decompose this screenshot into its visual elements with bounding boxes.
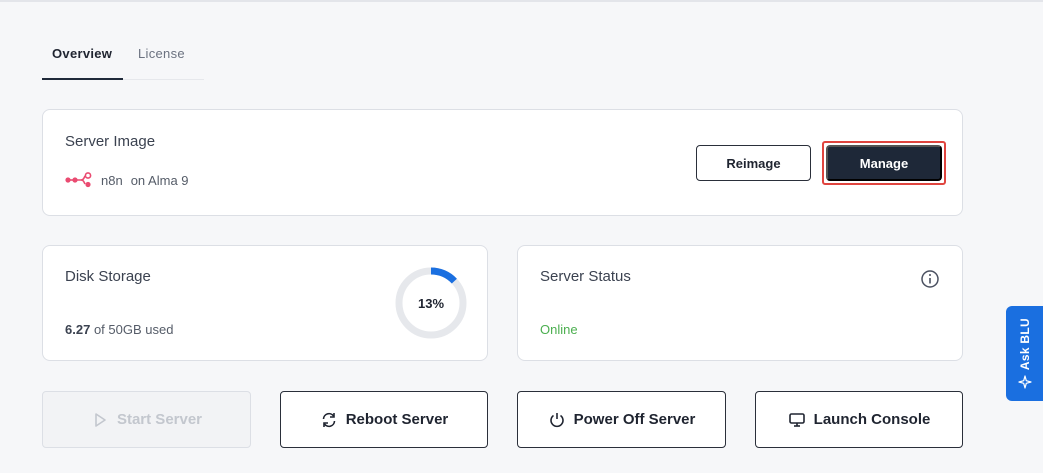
power-off-server-button[interactable]: Power Off Server xyxy=(517,391,726,448)
disk-usage-text: 6.27 of 50GB used xyxy=(65,322,173,337)
active-tab-indicator xyxy=(42,78,123,80)
disk-storage-card: Disk Storage 6.27 of 50GB used 13% xyxy=(42,245,488,361)
play-icon xyxy=(95,412,106,427)
monitor-icon xyxy=(788,412,805,427)
server-status-title: Server Status xyxy=(540,268,631,285)
server-image-title: Server Image xyxy=(65,133,156,150)
os-text: on Alma 9 xyxy=(130,172,189,188)
disk-usage-percent: 13% xyxy=(417,295,445,311)
server-status-card: Server Status Online xyxy=(517,245,963,361)
start-server-button[interactable]: Start Server xyxy=(42,391,251,448)
server-image-info: n8n on Alma 9 xyxy=(65,172,189,188)
power-off-server-label: Power Off Server xyxy=(573,411,696,428)
sparkle-icon xyxy=(1017,374,1032,389)
disk-used-value: 6.27 xyxy=(65,322,91,337)
reimage-button[interactable]: Reimage xyxy=(696,145,811,181)
launch-console-button[interactable]: Launch Console xyxy=(755,391,963,448)
reboot-server-label: Reboot Server xyxy=(345,411,449,428)
refresh-icon xyxy=(322,412,336,427)
ask-blu-label: Ask BLU xyxy=(1017,318,1032,371)
info-icon[interactable] xyxy=(920,269,940,289)
tab-license[interactable]: License xyxy=(138,46,185,61)
server-image-card: Server Image n8n on Alma 9 Reimage Manag… xyxy=(42,109,963,216)
disk-storage-title: Disk Storage xyxy=(65,268,151,285)
disk-usage-suffix: of 50GB used xyxy=(93,322,174,337)
server-status-value: Online xyxy=(540,322,578,337)
reboot-server-button[interactable]: Reboot Server xyxy=(280,391,488,448)
power-icon xyxy=(549,412,564,427)
tab-overview[interactable]: Overview xyxy=(52,46,112,61)
ask-blu-button[interactable]: Ask BLU xyxy=(1006,306,1043,401)
manage-button[interactable]: Manage xyxy=(826,145,942,181)
tab-bar: Overview License xyxy=(42,36,204,80)
n8n-logo-icon xyxy=(65,172,92,188)
launch-console-label: Launch Console xyxy=(813,411,931,428)
top-divider xyxy=(0,0,1043,2)
app-name: n8n xyxy=(101,172,123,188)
start-server-label: Start Server xyxy=(116,411,203,428)
